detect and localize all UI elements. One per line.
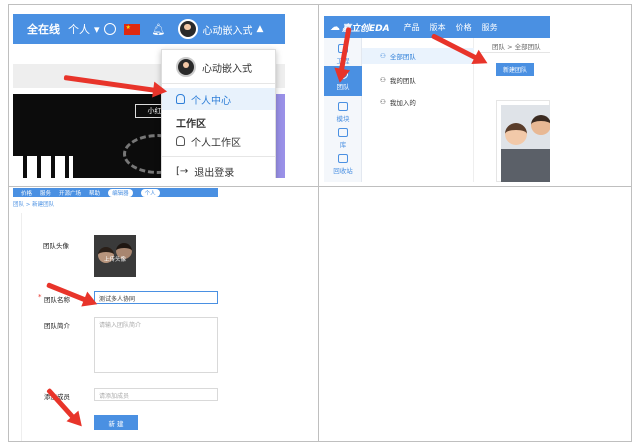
required-asterisk: * [38, 293, 42, 301]
team-filter-list: ⚇ 全部团队 ⚇ 我的团队 ⚇ 我加入的 [362, 38, 474, 182]
sidebar-item-label: 模块 [336, 115, 350, 123]
username-label[interactable]: 心动嵌入式 [203, 22, 253, 37]
list-item-joined-teams[interactable]: ⚇ 我加入的 [362, 94, 474, 110]
menu-item-personal-center[interactable]: 个人中心 [162, 88, 275, 110]
breadcrumb: 团队 > 新建团队 [13, 202, 55, 208]
nav-products[interactable]: 产品 [404, 22, 420, 33]
top-navbar: 价格 服务 开源广场 帮助 编辑器 个人 [13, 188, 218, 197]
team-intro-textarea[interactable]: 请输入团队简介 [94, 317, 218, 373]
caret-up-icon[interactable]: ▲ [257, 24, 264, 34]
sidebar-item-label: 回收站 [333, 167, 353, 175]
sidebar-item-recycle-bin[interactable]: 回收站 [324, 154, 362, 175]
sidebar-item-label: 库 [339, 141, 347, 149]
person-icon [176, 136, 185, 146]
team-icon: ⚇ [380, 76, 386, 84]
menu-divider-2 [162, 156, 275, 157]
user-dropdown-menu: 心动嵌入式 个人中心 工作区 个人工作区 [→ 退出登录 [161, 49, 276, 178]
breadcrumb: 团队 > 全部团队 [492, 43, 541, 51]
nav-version[interactable]: 版本 [430, 22, 446, 33]
new-team-button[interactable]: 新建团队 [496, 63, 534, 76]
team-icon: ⚇ [380, 98, 386, 106]
menu-item-logout[interactable]: [→ 退出登录 [162, 160, 275, 179]
grid-icon [338, 102, 348, 111]
grid-border-center [318, 4, 319, 442]
sidebar-item-modules[interactable]: 模块 [324, 102, 362, 123]
upload-avatar-label: 上传头像 [103, 257, 126, 263]
menu-avatar [176, 57, 196, 77]
logout-icon: [→ [176, 165, 189, 177]
grid-border-top [8, 4, 632, 5]
list-item-label: 我加入的 [389, 99, 416, 107]
nav-price[interactable]: 价格 [21, 189, 32, 197]
panel-user-menu: 全在线 个人 ▾ 🔔︎ 心动嵌入式 ▲ 小红书 心动嵌入式 个人中心 工作区 个… [13, 14, 285, 178]
banner-large-text [13, 156, 73, 178]
team-name-input[interactable]: 测试多人协同 [94, 291, 218, 304]
team-icon: ⚇ [380, 52, 386, 60]
top-navbar: 全在线 个人 ▾ 🔔︎ 心动嵌入式 ▲ [13, 14, 285, 44]
form-left-rule [21, 213, 22, 441]
menu-username: 心动嵌入式 [202, 63, 252, 75]
menu-item-personal-workspace[interactable]: 个人工作区 [162, 130, 275, 152]
panel-create-team-form: 价格 服务 开源广场 帮助 编辑器 个人 团队 > 新建团队 团队头像 上传头像… [13, 188, 218, 441]
team-avatar-image [501, 105, 550, 182]
trash-icon [338, 154, 348, 163]
menu-user-row: 心动嵌入式 [162, 54, 275, 80]
team-intro-label: 团队简介 [44, 322, 70, 330]
menu-divider-1 [162, 83, 275, 84]
person-figure-right [531, 115, 550, 135]
flag-cn-icon[interactable] [123, 23, 140, 35]
create-team-button[interactable]: 新 建 [94, 415, 138, 430]
menu-item-label: 个人中心 [191, 95, 231, 107]
nav-price[interactable]: 价格 [456, 22, 472, 33]
nav-service[interactable]: 服务 [40, 189, 51, 197]
bell-icon[interactable]: 🔔︎ [152, 23, 166, 36]
team-card[interactable] [496, 100, 550, 182]
list-item-my-teams[interactable]: ⚇ 我的团队 [362, 72, 474, 88]
breadcrumb-divider [478, 52, 550, 53]
nav-service[interactable]: 服务 [482, 22, 498, 33]
person-body [501, 149, 550, 182]
team-avatar-label: 团队头像 [43, 242, 69, 250]
add-members-input[interactable]: 请添加成员 [94, 388, 218, 401]
person-icon [176, 94, 185, 104]
menu-item-label: 退出登录 [194, 167, 235, 179]
avatar-upload[interactable]: 上传头像 [94, 235, 136, 277]
nav-editor[interactable]: 编辑器 [108, 188, 133, 197]
team-name-label: 团队名称 [44, 296, 70, 304]
grid-border-mid [8, 186, 632, 187]
menu-section-label: 工作区 [176, 119, 206, 130]
nav-open-square[interactable]: 开源广场 [59, 189, 81, 197]
nav-help[interactable]: 帮助 [89, 189, 100, 197]
avatar[interactable] [177, 19, 198, 39]
library-icon [338, 128, 348, 137]
brand-label: 全在线 [27, 23, 60, 36]
caret-down-icon[interactable]: ▾ [94, 23, 100, 36]
sidebar-item-library[interactable]: 库 [324, 128, 362, 149]
list-item-label: 全部团队 [389, 53, 416, 61]
list-item-label: 我的团队 [389, 77, 416, 85]
person-figure-left [505, 123, 527, 145]
nav-personal[interactable]: 个人 [68, 21, 90, 37]
grid-border-left [8, 4, 9, 442]
cloud-logo-icon: ☁ [330, 21, 340, 33]
menu-item-label: 个人工作区 [191, 137, 241, 149]
checkmark-icon[interactable] [103, 23, 116, 35]
nav-personal[interactable]: 个人 [140, 188, 160, 197]
